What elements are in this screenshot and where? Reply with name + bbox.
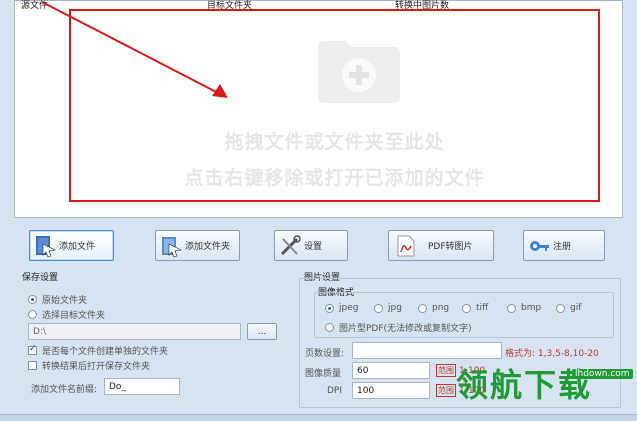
prefix-label: 添加文件名前缀: xyxy=(31,385,98,395)
add-file-label: 添加文件 xyxy=(59,242,96,252)
quality-input[interactable]: 60 xyxy=(352,362,430,379)
radio-format-png[interactable]: png xyxy=(418,303,449,314)
dpi-range-tag: 范围 xyxy=(436,384,456,397)
prefix-input[interactable]: Do_ xyxy=(104,378,180,395)
pdf-to-image-button[interactable]: PDF转图片 xyxy=(388,230,494,261)
site-watermark-url: lhdown.com xyxy=(572,369,633,379)
drop-hint-secondary: 点击右键移除或打开已添加的文件 xyxy=(184,167,485,189)
radio-format-gif[interactable]: gif xyxy=(556,303,581,314)
folder-icon xyxy=(162,236,182,257)
add-folder-icon xyxy=(318,41,400,103)
radio-image-pdf[interactable]: 图片型PDF(无法修改或复制文字) xyxy=(325,321,472,334)
page-range-input[interactable] xyxy=(352,342,502,359)
dpi-label: DPI xyxy=(327,386,343,396)
radio-format-bmp[interactable]: bmp xyxy=(507,303,541,314)
add-file-button[interactable]: 添加文件 xyxy=(29,230,114,261)
radio-original-folder[interactable]: 原始文件夹 xyxy=(28,293,87,306)
radio-target-folder[interactable]: 选择目标文件夹 xyxy=(28,308,105,321)
add-folder-button[interactable]: 添加文件夹 xyxy=(155,230,240,261)
quality-range-tag: 范围 xyxy=(436,364,456,377)
quality-label: 图像质量 xyxy=(305,369,342,379)
key-icon xyxy=(530,240,549,251)
tools-icon xyxy=(280,234,301,255)
register-label: 注册 xyxy=(553,242,572,252)
browse-label: ... xyxy=(257,326,267,337)
radio-format-jpeg[interactable]: jpeg xyxy=(325,303,358,314)
add-file-icon xyxy=(36,235,56,257)
page-range-label: 页数设置: xyxy=(305,349,345,359)
register-button[interactable]: 注册 xyxy=(523,230,605,261)
pdf-icon xyxy=(397,235,415,256)
settings-button[interactable]: 设置 xyxy=(274,230,348,261)
add-folder-label: 添加文件夹 xyxy=(185,242,231,252)
settings-label: 设置 xyxy=(304,242,323,252)
drop-hint-primary: 拖拽文件或文件夹至此处 xyxy=(224,131,445,153)
check-create-folder[interactable]: 是否每个文件创建单独的文件夹 xyxy=(28,344,168,357)
dpi-input[interactable]: 100 xyxy=(352,382,430,399)
target-path-field[interactable]: D:\ xyxy=(28,323,241,340)
radio-format-jpg[interactable]: jpg xyxy=(374,303,402,314)
annotation-arrow xyxy=(41,1,228,98)
browse-button[interactable]: ... xyxy=(247,323,277,340)
site-watermark: 领航下载 xyxy=(456,366,593,404)
pdf-to-image-label: PDF转图片 xyxy=(428,242,473,252)
status-bar xyxy=(0,414,637,421)
radio-format-tiff[interactable]: tiff xyxy=(462,303,488,314)
page-format-hint: 格式为: 1,3,5-8,10-20 xyxy=(505,349,599,359)
check-open-folder[interactable]: 转换结果后打开保存文件夹 xyxy=(28,359,150,372)
